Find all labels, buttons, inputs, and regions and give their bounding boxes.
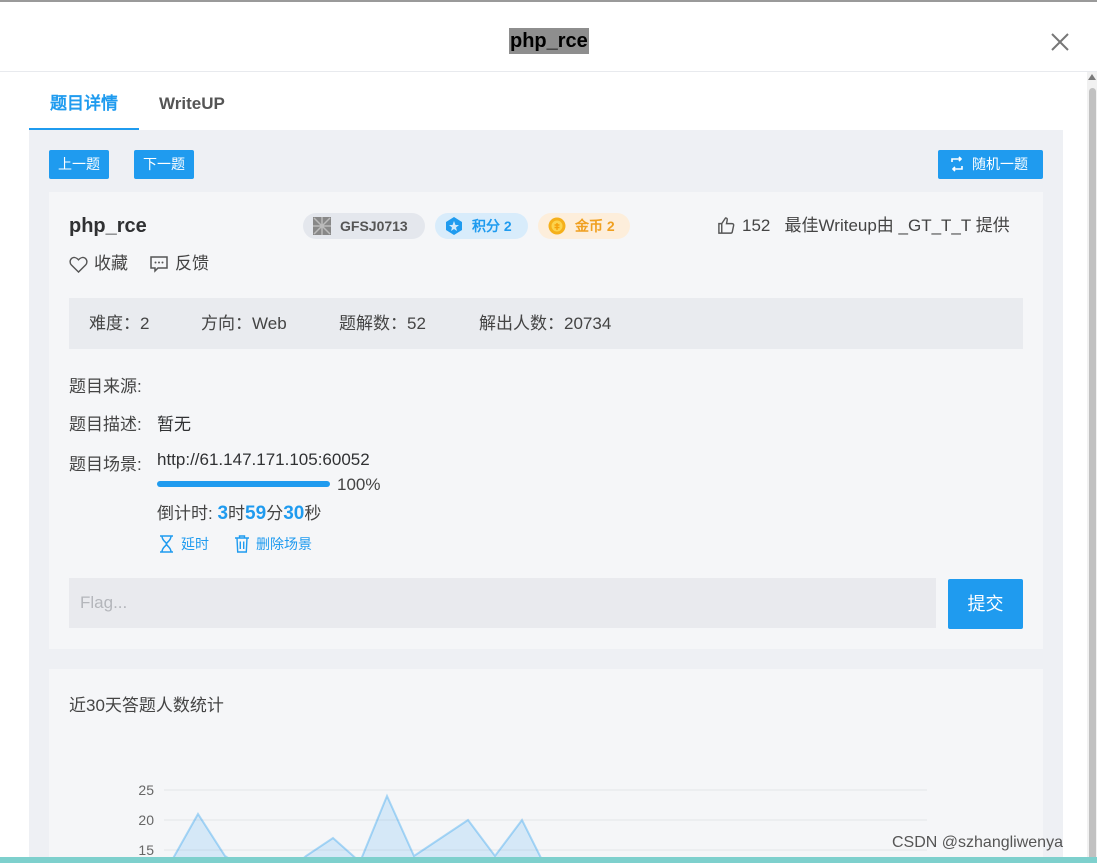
score-badge: 积分 2: [435, 213, 528, 239]
coin-value: 金币 2: [575, 218, 615, 234]
y-tick-label: 15: [138, 842, 154, 858]
feedback-label: 反馈: [175, 254, 209, 273]
scrollbar-thumb[interactable]: [1089, 88, 1096, 863]
prev-button[interactable]: 上一题: [49, 150, 109, 179]
countdown-minutes: 59: [245, 503, 267, 524]
random-button-label: 随机一题: [972, 156, 1028, 172]
bottom-strip: [0, 857, 1097, 863]
watermark: CSDN @szhangliwenya: [892, 834, 1063, 851]
countdown-hours: 3: [217, 503, 229, 524]
modal-header: php_rce: [0, 2, 1097, 72]
stats-bar: 难度：2 方向：Web 题解数：52 解出人数：20734: [69, 298, 1023, 349]
y-tick-label: 20: [138, 812, 154, 828]
coin-badge: 金币 2: [538, 213, 630, 239]
favorite-label: 收藏: [94, 254, 128, 273]
extend-label: 延时: [181, 536, 209, 552]
progress-fill: [157, 481, 330, 487]
close-icon[interactable]: [1048, 30, 1072, 54]
likes-count: 152: [742, 216, 771, 235]
minutes-unit: 分: [266, 504, 284, 523]
countdown-label: 倒计时:: [157, 504, 213, 523]
author-badge[interactable]: GFSJ0713: [303, 213, 425, 239]
progress-bar: [157, 481, 330, 487]
scroll-up-icon[interactable]: [1088, 74, 1096, 80]
solves-area-chart: 25 20 15: [138, 782, 927, 860]
thumbs-up-icon: [718, 217, 735, 234]
source-label: 题目来源:: [69, 377, 142, 396]
trash-icon: [235, 535, 249, 553]
score-icon: [446, 217, 462, 235]
hourglass-icon: [160, 535, 173, 553]
challenge-name: php_rce: [69, 215, 147, 237]
delete-scene-label: 删除场景: [256, 536, 312, 552]
random-button[interactable]: 随机一题: [938, 150, 1043, 179]
hours-unit: 时: [228, 504, 246, 523]
stat-direction: 方向：Web: [201, 314, 287, 333]
tab-writeup[interactable]: WriteUP: [159, 80, 225, 130]
best-writeup: 最佳Writeup由 _GT_T_T 提供: [784, 216, 1010, 235]
shuffle-icon: [951, 156, 963, 172]
countdown-seconds: 30: [283, 503, 305, 524]
description-value: 暂无: [157, 415, 191, 434]
author-name: GFSJ0713: [340, 218, 408, 234]
next-button[interactable]: 下一题: [134, 150, 194, 179]
scene-label: 题目场景:: [69, 455, 142, 474]
stat-difficulty: 难度：2: [89, 314, 150, 333]
scene-url[interactable]: http://61.147.171.105:60052: [157, 450, 370, 470]
description-label: 题目描述:: [69, 415, 142, 434]
seconds-unit: 秒: [304, 504, 322, 523]
y-tick-label: 25: [138, 782, 154, 798]
tab-details[interactable]: 题目详情: [29, 80, 139, 130]
progress-percent: 100%: [337, 475, 381, 494]
heart-icon: [69, 256, 88, 273]
stat-solvers: 解出人数：20734: [479, 314, 612, 333]
submit-button[interactable]: 提交: [948, 579, 1023, 629]
flag-input[interactable]: [69, 578, 936, 628]
tabs: 题目详情 WriteUP: [29, 80, 1063, 130]
score-value: 积分 2: [472, 218, 512, 234]
feedback-icon: [150, 256, 168, 273]
countdown: 倒计时: 3时59分30秒: [157, 499, 321, 525]
modal-title: php_rce: [509, 28, 589, 54]
avatar-icon: [313, 217, 331, 235]
coin-icon: [548, 217, 566, 235]
chart-title: 近30天答题人数统计: [69, 696, 224, 715]
stat-writeups: 题解数：52: [339, 314, 426, 333]
